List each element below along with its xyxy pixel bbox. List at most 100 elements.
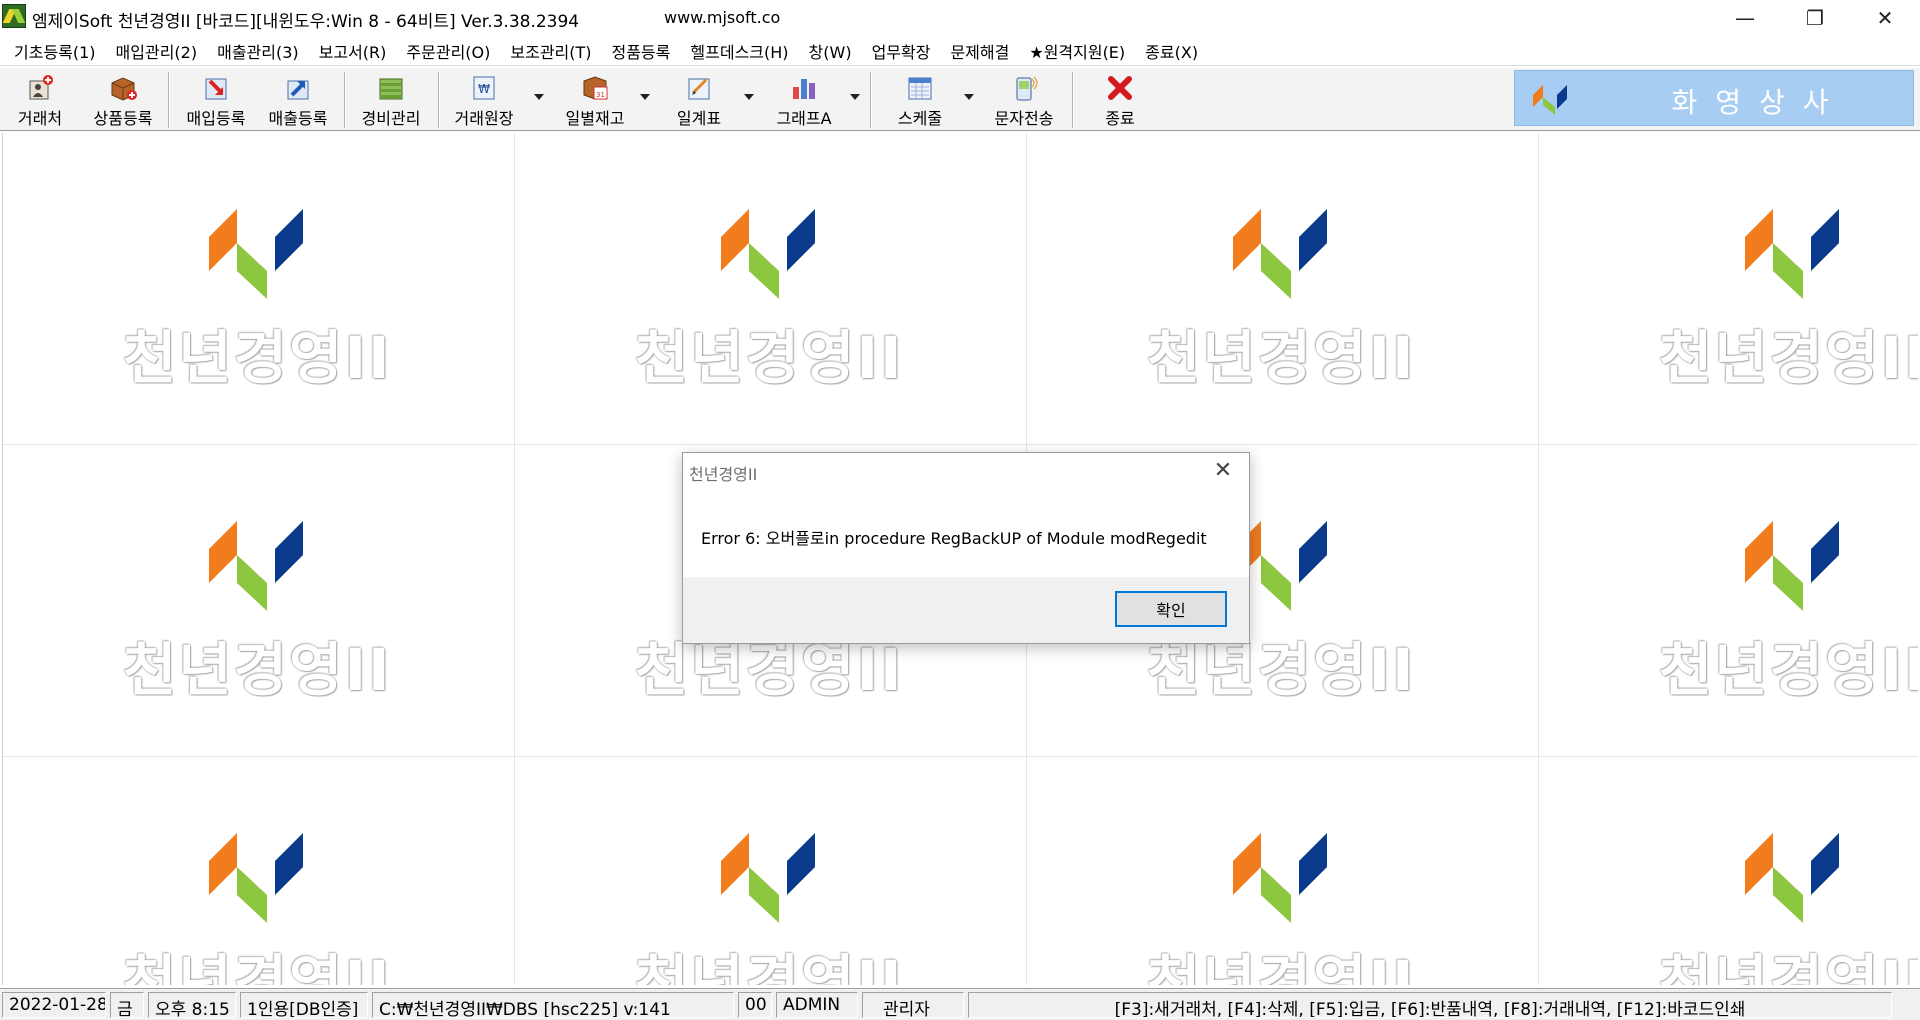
watermark-logo xyxy=(1233,209,1327,299)
minimize-button[interactable]: — xyxy=(1710,0,1780,36)
menu-license[interactable]: 정품등록 xyxy=(602,39,681,63)
status-weekday: 금 xyxy=(110,992,144,1018)
watermark-tile: 천년경영II xyxy=(3,133,515,445)
svg-text:31: 31 xyxy=(596,91,605,99)
watermark-tile: 천년경영II xyxy=(1539,757,1918,985)
watermark-text: 천년경영II xyxy=(123,948,392,985)
customer-label: 거래처 xyxy=(17,109,63,128)
sms-send-button[interactable]: 문자전송 xyxy=(982,70,1066,128)
sms-send-label: 문자전송 xyxy=(994,109,1054,128)
dialog-message: Error 6: 오버플로in procedure RegBackUP of M… xyxy=(701,529,1207,548)
close-button[interactable]: ✕ xyxy=(1850,0,1920,36)
watermark-tile: 천년경영II xyxy=(3,445,515,757)
daily-stock-dropdown-arrow[interactable] xyxy=(640,94,650,100)
toolbar: 거래처 상품등록 매입등록 매출등록 경비관리 ₩ 거래원장 31 일별재고 일… xyxy=(0,67,1920,131)
graph-dropdown-arrow[interactable] xyxy=(850,94,860,100)
menu-purchase[interactable]: 매입관리(2) xyxy=(106,39,208,63)
schedule-dropdown-arrow[interactable] xyxy=(964,94,974,100)
dialog-title: 천년경영II xyxy=(689,465,758,484)
product-register-button[interactable]: 상품등록 xyxy=(84,70,162,128)
menu-helpdesk[interactable]: 헬프데스크(H) xyxy=(680,39,798,63)
schedule-icon xyxy=(905,73,935,103)
watermark-text: 천년경영II xyxy=(1659,948,1918,985)
status-license: 1인용[DB인증] xyxy=(240,992,368,1018)
exit-label: 종료 xyxy=(1105,109,1135,128)
toolbar-separator xyxy=(1072,72,1074,128)
menu-reports[interactable]: 보고서(R) xyxy=(309,39,397,63)
menu-sales[interactable]: 매출관리(3) xyxy=(207,39,309,63)
daily-stock-label: 일별재고 xyxy=(565,109,625,128)
toolbar-separator xyxy=(344,72,346,128)
purchase-register-label: 매입등록 xyxy=(186,109,246,128)
watermark-text: 천년경영II xyxy=(1659,324,1918,392)
maximize-button[interactable]: ❐ xyxy=(1780,0,1850,36)
watermark-text: 천년경영II xyxy=(635,948,904,985)
svg-text:₩: ₩ xyxy=(478,82,490,96)
watermark-logo xyxy=(1745,521,1839,611)
customer-button[interactable]: 거래처 xyxy=(6,70,74,128)
expense-label: 경비관리 xyxy=(361,109,421,128)
status-role: 관리자 xyxy=(862,992,964,1018)
status-db-path: C:₩천년경영II₩DBS [hsc225] v:141 xyxy=(372,992,734,1018)
product-icon xyxy=(108,73,138,103)
close-icon: ✕ xyxy=(1213,457,1233,483)
watermark-tile: 천년경영II xyxy=(515,757,1027,985)
watermark-logo xyxy=(209,209,303,299)
expense-button[interactable]: 경비관리 xyxy=(352,70,430,128)
daily-stock-button[interactable]: 31 일별재고 xyxy=(552,70,638,128)
menu-bar: 기초등록(1) 매입관리(2) 매출관리(3) 보고서(R) 주문관리(O) 보… xyxy=(0,36,1920,66)
sales-register-label: 매출등록 xyxy=(268,109,328,128)
menu-window[interactable]: 창(W) xyxy=(799,39,862,63)
daily-report-label: 일계표 xyxy=(676,109,722,128)
status-user: ADMIN xyxy=(776,992,858,1018)
close-icon: ✕ xyxy=(1876,6,1894,30)
ledger-icon: ₩ xyxy=(469,73,499,103)
graph-label: 그래프A xyxy=(776,109,832,128)
dialog-close-button[interactable]: ✕ xyxy=(1205,455,1241,485)
graph-icon xyxy=(789,73,819,103)
watermark-tile: 천년경영II xyxy=(1539,445,1918,757)
watermark-tile: 천년경영II xyxy=(515,133,1027,445)
watermark-text: 천년경영II xyxy=(1659,636,1918,704)
watermark-text: 천년경영II xyxy=(635,324,904,392)
menu-orders[interactable]: 주문관리(O) xyxy=(396,39,500,63)
exit-button[interactable]: 종료 xyxy=(1080,70,1160,128)
status-bar: 2022-01-28 금 오후 8:15 1인용[DB인증] C:₩천년경영II… xyxy=(0,988,1920,1020)
menu-remote-support[interactable]: ★원격지원(E) xyxy=(1019,39,1135,63)
ok-button[interactable]: 확인 xyxy=(1115,591,1227,627)
menu-exit[interactable]: 종료(X) xyxy=(1135,39,1208,63)
company-banner: 화영상사 xyxy=(1514,70,1914,126)
status-date: 2022-01-28 xyxy=(2,992,106,1018)
customer-icon xyxy=(25,73,55,103)
watermark-text: 천년경영II xyxy=(1147,948,1416,985)
app-icon[interactable] xyxy=(2,4,26,28)
menu-troubleshoot[interactable]: 문제해결 xyxy=(940,39,1019,63)
expense-icon xyxy=(376,73,406,103)
daily-report-button[interactable]: 일계표 xyxy=(660,70,738,128)
sms-icon xyxy=(1009,73,1039,103)
daily-report-icon xyxy=(684,73,714,103)
toolbar-separator xyxy=(168,72,170,128)
menu-basic-registration[interactable]: 기초등록(1) xyxy=(4,39,106,63)
purchase-register-button[interactable]: 매입등록 xyxy=(178,70,254,128)
watermark-tile: 천년경영II xyxy=(1027,133,1539,445)
watermark-logo xyxy=(209,833,303,923)
watermark-logo xyxy=(1745,833,1839,923)
schedule-label: 스케줄 xyxy=(897,109,943,128)
daily-stock-icon: 31 xyxy=(580,73,610,103)
restore-icon: ❐ xyxy=(1806,6,1824,30)
graph-button[interactable]: 그래프A xyxy=(762,70,846,128)
menu-extensions[interactable]: 업무확장 xyxy=(862,39,941,63)
watermark-text: 천년경영II xyxy=(1147,324,1416,392)
ledger-button[interactable]: ₩ 거래원장 xyxy=(446,70,522,128)
toolbar-separator xyxy=(870,72,872,128)
daily-report-dropdown-arrow[interactable] xyxy=(744,94,754,100)
schedule-button[interactable]: 스케줄 xyxy=(878,70,962,128)
menu-auxiliary[interactable]: 보조관리(T) xyxy=(500,39,601,63)
sales-register-button[interactable]: 매출등록 xyxy=(260,70,336,128)
toolbar-separator xyxy=(438,72,440,128)
ledger-dropdown-arrow[interactable] xyxy=(534,94,544,100)
watermark-tile: 천년경영II xyxy=(1539,133,1918,445)
error-dialog: 천년경영II ✕ Error 6: 오버플로in procedure RegBa… xyxy=(682,452,1250,644)
watermark-tile: 천년경영II xyxy=(3,757,515,985)
